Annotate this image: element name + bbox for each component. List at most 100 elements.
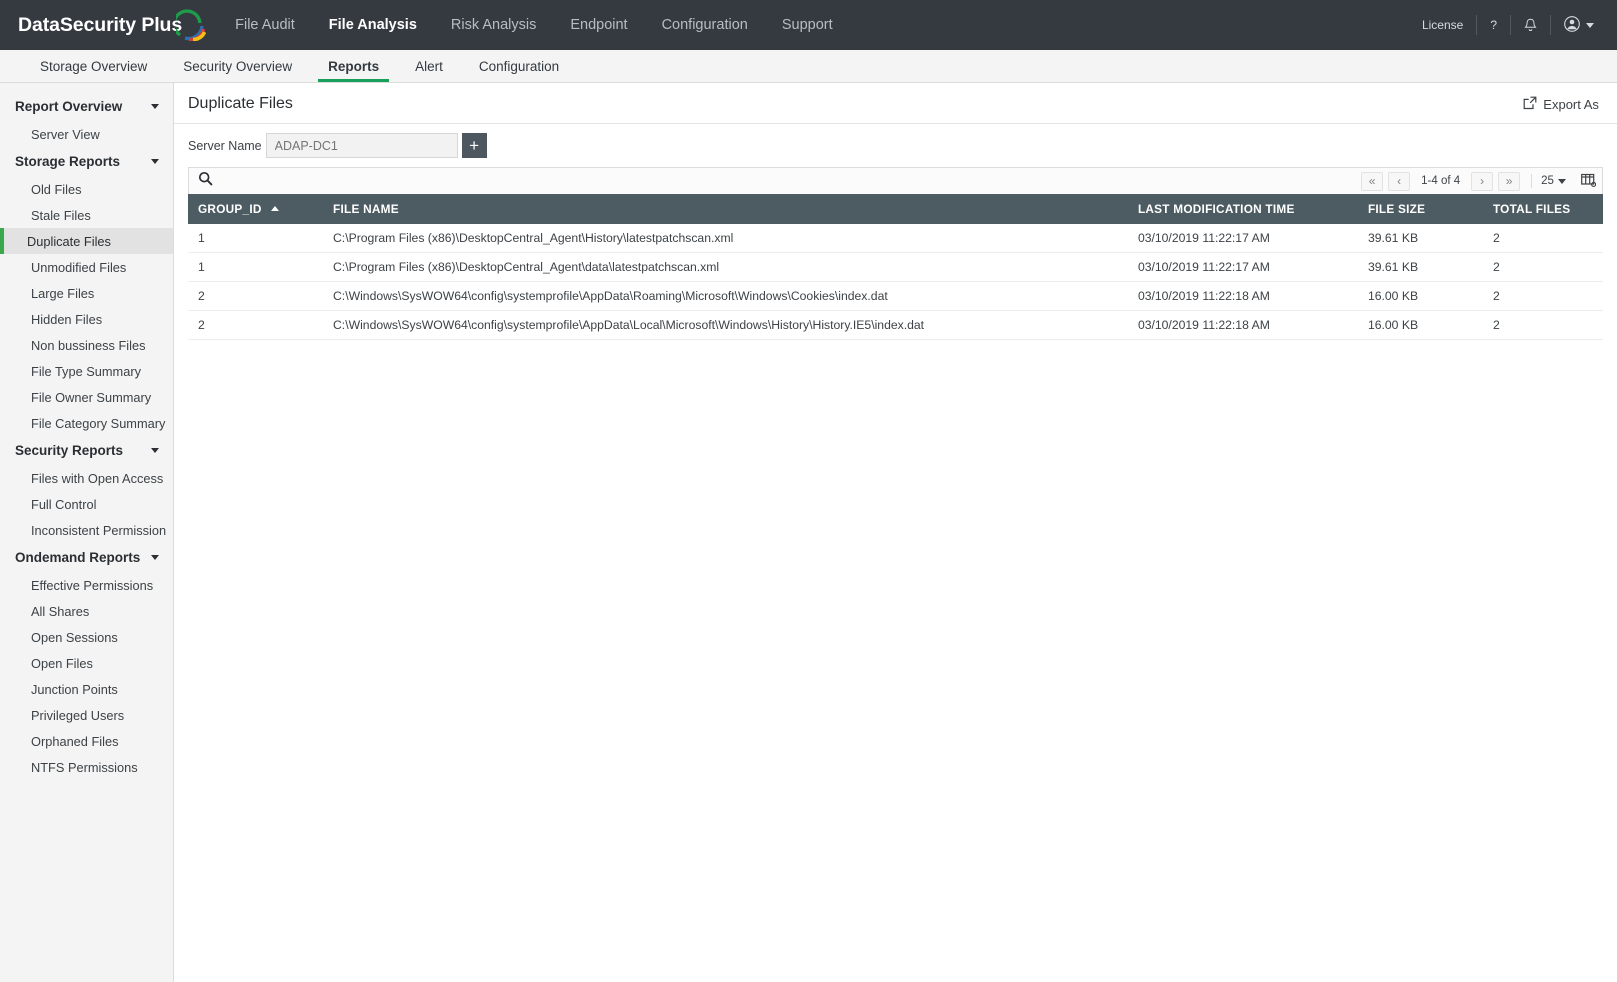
report-table-container: « ‹ 1-4 of 4 › » 25 GROUP_ID FILE NAME L… <box>188 167 1603 340</box>
chevron-down-icon <box>151 104 159 109</box>
sidebar-item-ntfs-permissions[interactable]: NTFS Permissions <box>0 754 173 780</box>
table-columns-icon <box>1581 173 1597 190</box>
sidebar-item-all-shares[interactable]: All Shares <box>0 598 173 624</box>
tab-storage-overview[interactable]: Storage Overview <box>22 50 165 82</box>
chevron-down-icon <box>1586 22 1594 28</box>
sidebar-item-unmodified-files[interactable]: Unmodified Files <box>0 254 173 280</box>
column-settings-button[interactable] <box>1581 173 1597 190</box>
help-button[interactable]: ? <box>1477 15 1510 35</box>
table-row[interactable]: 2 C:\Windows\SysWOW64\config\systemprofi… <box>188 310 1603 340</box>
swoosh-logo-icon <box>172 9 207 42</box>
page-title: Duplicate Files <box>188 95 293 112</box>
cell-file-size: 16.00 KB <box>1357 281 1483 311</box>
search-icon <box>198 171 213 191</box>
sidebar-item-effective-permissions[interactable]: Effective Permissions <box>0 572 173 598</box>
sidebar-item-open-sessions[interactable]: Open Sessions <box>0 624 173 650</box>
previous-page-button[interactable]: ‹ <box>1388 171 1411 191</box>
chevron-down-icon <box>151 555 159 560</box>
sidebar-item-large-files[interactable]: Large Files <box>0 280 173 306</box>
cell-file-name: C:\Program Files (x86)\DesktopCentral_Ag… <box>323 224 1128 253</box>
nav-item-file-analysis[interactable]: File Analysis <box>312 0 434 50</box>
sidebar-item-full-control[interactable]: Full Control <box>0 491 173 517</box>
nav-item-file-audit[interactable]: File Audit <box>218 0 312 50</box>
sidebar-group-storage-reports[interactable]: Storage Reports <box>0 147 173 176</box>
next-page-button[interactable]: › <box>1471 171 1494 191</box>
column-label: GROUP_ID <box>198 202 262 216</box>
sidebar-item-duplicate-files[interactable]: Duplicate Files <box>0 228 173 254</box>
notifications-button[interactable] <box>1511 15 1550 35</box>
add-server-button[interactable]: + <box>461 133 487 158</box>
top-right-controls: License ? <box>1409 0 1607 50</box>
table-toolbar: « ‹ 1-4 of 4 › » 25 <box>188 167 1603 194</box>
server-name-label: Server Name <box>188 138 262 153</box>
cell-last-modification-time: 03/10/2019 11:22:17 AM <box>1127 252 1358 282</box>
tab-reports[interactable]: Reports <box>310 50 397 82</box>
sidebar-group-security-reports[interactable]: Security Reports <box>0 436 173 465</box>
sidebar-group-report-overview[interactable]: Report Overview <box>0 92 173 121</box>
sidebar-group-label: Storage Reports <box>15 154 121 169</box>
sidebar-item-file-type-summary[interactable]: File Type Summary <box>0 358 173 384</box>
nav-item-support[interactable]: Support <box>765 0 850 50</box>
server-name-input[interactable] <box>265 133 458 158</box>
user-menu[interactable] <box>1551 15 1607 35</box>
cell-file-name: C:\Windows\SysWOW64\config\systemprofile… <box>323 281 1128 311</box>
sidebar-item-file-category-summary[interactable]: File Category Summary <box>0 410 173 436</box>
tab-security-overview[interactable]: Security Overview <box>165 50 310 82</box>
cell-file-name: C:\Program Files (x86)\DesktopCentral_Ag… <box>323 252 1128 282</box>
tab-alert[interactable]: Alert <box>397 50 461 82</box>
column-header-group-id[interactable]: GROUP_ID <box>188 194 323 224</box>
chevron-down-icon <box>1557 178 1566 184</box>
chevron-down-icon <box>151 448 159 453</box>
sidebar-item-stale-files[interactable]: Stale Files <box>0 202 173 228</box>
table-row[interactable]: 1 C:\Program Files (x86)\DesktopCentral_… <box>188 224 1603 253</box>
table-body: 1 C:\Program Files (x86)\DesktopCentral_… <box>188 224 1603 340</box>
sidebar-item-inconsistent-permission[interactable]: Inconsistent Permission <box>0 517 173 543</box>
cell-last-modification-time: 03/10/2019 11:22:18 AM <box>1127 281 1358 311</box>
sidebar-item-old-files[interactable]: Old Files <box>0 176 173 202</box>
brand-name: DataSecurity Plus <box>18 13 183 36</box>
column-header-file-name[interactable]: FILE NAME <box>323 194 1128 224</box>
nav-item-risk-analysis[interactable]: Risk Analysis <box>434 0 553 50</box>
sidebar-group-label: Report Overview <box>15 99 123 114</box>
column-header-total-files[interactable]: TOTAL FILES <box>1482 194 1603 224</box>
sidebar-item-server-view[interactable]: Server View <box>0 121 173 147</box>
cell-file-size: 39.61 KB <box>1357 252 1483 282</box>
cell-total-files: 2 <box>1482 281 1603 311</box>
cell-total-files: 2 <box>1482 252 1603 282</box>
sidebar: Report Overview Server View Storage Repo… <box>0 83 174 982</box>
table-row[interactable]: 1 C:\Program Files (x86)\DesktopCentral_… <box>188 252 1603 282</box>
column-header-last-modification-time[interactable]: LAST MODIFICATION TIME <box>1127 194 1358 224</box>
duplicate-files-table: GROUP_ID FILE NAME LAST MODIFICATION TIM… <box>188 194 1603 340</box>
export-as-button[interactable]: Export As <box>1523 96 1599 113</box>
sidebar-item-junction-points[interactable]: Junction Points <box>0 676 173 702</box>
sidebar-item-non-bussiness-files[interactable]: Non bussiness Files <box>0 332 173 358</box>
brand-logo[interactable]: DataSecurity Plus <box>0 9 207 42</box>
sidebar-group-ondemand-reports[interactable]: Ondemand Reports <box>0 543 173 572</box>
sidebar-item-hidden-files[interactable]: Hidden Files <box>0 306 173 332</box>
cell-file-name: C:\Windows\SysWOW64\config\systemprofile… <box>323 310 1128 340</box>
last-page-button[interactable]: » <box>1498 171 1521 191</box>
external-link-icon <box>1523 96 1537 113</box>
nav-item-endpoint[interactable]: Endpoint <box>553 0 644 50</box>
sidebar-item-orphaned-files[interactable]: Orphaned Files <box>0 728 173 754</box>
cell-total-files: 2 <box>1482 310 1603 340</box>
search-button[interactable] <box>198 171 213 191</box>
sidebar-item-file-owner-summary[interactable]: File Owner Summary <box>0 384 173 410</box>
license-link[interactable]: License <box>1409 15 1476 35</box>
column-header-file-size[interactable]: FILE SIZE <box>1357 194 1483 224</box>
sidebar-item-open-files[interactable]: Open Files <box>0 650 173 676</box>
sidebar-item-files-with-open-access[interactable]: Files with Open Access <box>0 465 173 491</box>
first-page-button[interactable]: « <box>1361 171 1384 191</box>
table-row[interactable]: 2 C:\Windows\SysWOW64\config\systemprofi… <box>188 281 1603 311</box>
page-size-selector[interactable]: 25 <box>1541 175 1570 187</box>
cell-group-id: 1 <box>188 224 323 253</box>
cell-file-size: 16.00 KB <box>1357 310 1483 340</box>
nav-item-configuration[interactable]: Configuration <box>645 0 765 50</box>
table-header: GROUP_ID FILE NAME LAST MODIFICATION TIM… <box>188 194 1603 224</box>
page-size-value: 25 <box>1541 175 1554 187</box>
tab-configuration[interactable]: Configuration <box>461 50 577 82</box>
application-window: DataSecurity Plus File Audit File Analys… <box>0 0 1617 982</box>
sidebar-item-privileged-users[interactable]: Privileged Users <box>0 702 173 728</box>
top-navigation-bar: DataSecurity Plus File Audit File Analys… <box>0 0 1617 50</box>
sidebar-group-label: Security Reports <box>15 443 124 458</box>
